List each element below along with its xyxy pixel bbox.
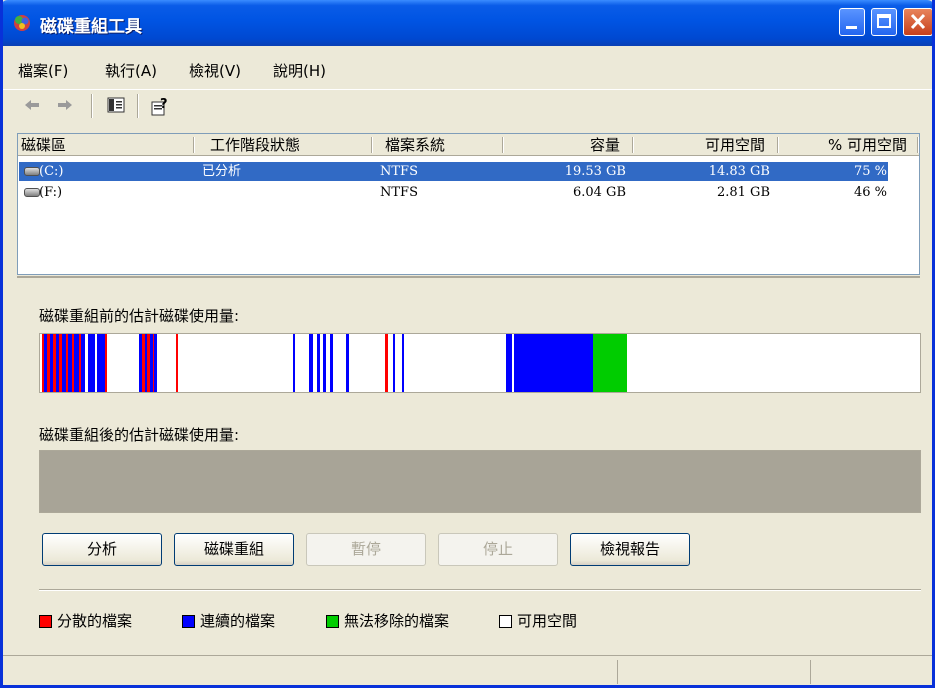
menu-view[interactable]: 檢視(V) (189, 60, 241, 81)
volume-fs: NTFS (380, 164, 418, 179)
view-report-button[interactable]: 檢視報告 (570, 533, 690, 566)
usage-after-display (39, 450, 921, 513)
usage-stripe-contiguous (309, 334, 313, 392)
column-header-percent-free[interactable]: % 可用空間 (779, 134, 919, 156)
analyze-button[interactable]: 分析 (42, 533, 162, 566)
stop-button[interactable]: 停止 (438, 533, 558, 566)
menu-file[interactable]: 檔案(F) (18, 60, 68, 81)
maximize-button[interactable] (871, 8, 897, 36)
toolbar: ? (3, 89, 932, 122)
status-bar (3, 655, 932, 685)
volume-capacity: 6.04 GB (572, 185, 626, 200)
usage-stripe-contiguous (323, 334, 326, 392)
volume-fs: NTFS (380, 185, 418, 200)
defragment-button[interactable]: 磁碟重組 (174, 533, 294, 566)
volume-status: 已分析 (202, 164, 242, 179)
menu-help[interactable]: 說明(H) (273, 60, 326, 81)
usage-stripe-contiguous (514, 334, 593, 392)
drive-icon (24, 188, 40, 197)
column-header-free-space[interactable]: 可用空間 (634, 134, 779, 156)
column-header-volume[interactable]: 磁碟區 (18, 134, 195, 156)
menu-bar: 檔案(F) 執行(A) 檢視(V) 說明(H) (3, 57, 932, 81)
svg-text:?: ? (160, 97, 168, 112)
help-icon[interactable]: ? (150, 96, 170, 116)
legend-free-space-swatch (499, 615, 512, 628)
legend-free-space-label: 可用空間 (517, 612, 578, 630)
toolbar-separator (91, 94, 93, 118)
usage-stripe-contiguous (317, 334, 320, 392)
legend-fragmented-swatch (39, 615, 52, 628)
defrag-app-icon (14, 15, 30, 31)
volume-percent-free: 75 % (853, 164, 887, 179)
back-arrow-icon[interactable] (23, 96, 41, 114)
usage-stripe-contiguous (87, 334, 96, 392)
status-pane (810, 660, 811, 684)
usage-stripe-contiguous (346, 334, 349, 392)
column-header-file-system[interactable]: 檔案系統 (373, 134, 504, 156)
after-usage-label: 磁碟重組後的估計磁碟使用量: (39, 426, 240, 444)
usage-stripe-contiguous (401, 334, 405, 392)
menu-action[interactable]: 執行(A) (105, 60, 157, 81)
usage-stripe-fragmented (384, 334, 388, 392)
volume-list[interactable]: 磁碟區 工作階段狀態 檔案系統 容量 可用空間 % 可用空間 (C:) 已分析 … (17, 133, 920, 275)
legend-contiguous-swatch (182, 615, 195, 628)
volume-row-c[interactable]: (C:) 已分析 NTFS 19.53 GB 14.83 GB 75 % (18, 162, 919, 181)
before-usage-label: 磁碟重組前的估計磁碟使用量: (39, 307, 240, 325)
volume-row-f[interactable]: (F:) NTFS 6.04 GB 2.81 GB 46 % (18, 183, 919, 202)
pause-button[interactable]: 暫停 (306, 533, 426, 566)
usage-stripe-contiguous (505, 334, 512, 392)
usage-stripe-contiguous (392, 334, 395, 392)
forward-arrow-icon[interactable] (56, 96, 74, 114)
volume-name: (C:) (39, 164, 64, 179)
volume-free: 2.81 GB (716, 185, 770, 200)
minimize-button[interactable] (839, 8, 865, 36)
usage-stripe-contiguous (97, 334, 106, 392)
minimize-icon (846, 26, 857, 29)
usage-stripe-contiguous (154, 334, 158, 392)
usage-stripe-contiguous (81, 334, 85, 392)
volume-percent-free: 46 % (853, 185, 887, 200)
usage-stripe-fragmented (176, 334, 179, 392)
usage-stripe-unmovable (592, 334, 627, 392)
legend-fragmented-label: 分散的檔案 (57, 612, 133, 630)
defrag-window: 磁碟重組工具 檔案(F) 執行(A) 檢視(V) 說明(H) ? 磁碟區 工作階… (0, 0, 935, 688)
legend-unmovable-label: 無法移除的檔案 (344, 612, 450, 630)
column-header-capacity[interactable]: 容量 (504, 134, 634, 156)
maximize-icon (877, 14, 891, 28)
close-icon (910, 13, 926, 30)
show-hide-console-tree-icon[interactable] (107, 96, 125, 114)
pane-splitter[interactable] (17, 276, 920, 278)
volume-name: (F:) (39, 185, 63, 200)
drive-icon (24, 167, 40, 176)
usage-stripe-fragmented (105, 334, 107, 392)
title-bar[interactable]: 磁碟重組工具 (3, 0, 932, 46)
window-title: 磁碟重組工具 (40, 17, 142, 37)
status-pane (617, 660, 618, 684)
volume-capacity: 19.53 GB (564, 164, 626, 179)
legend-divider (39, 589, 921, 591)
usage-stripe-contiguous (330, 334, 334, 392)
volume-free: 14.83 GB (708, 164, 770, 179)
usage-stripe-contiguous (292, 334, 296, 392)
usage-before-display (39, 333, 921, 393)
legend-unmovable-swatch (326, 615, 339, 628)
close-button[interactable] (903, 8, 932, 36)
toolbar-separator (137, 94, 139, 118)
legend-contiguous-label: 連續的檔案 (200, 612, 276, 630)
column-header-session-status[interactable]: 工作階段狀態 (195, 134, 373, 156)
